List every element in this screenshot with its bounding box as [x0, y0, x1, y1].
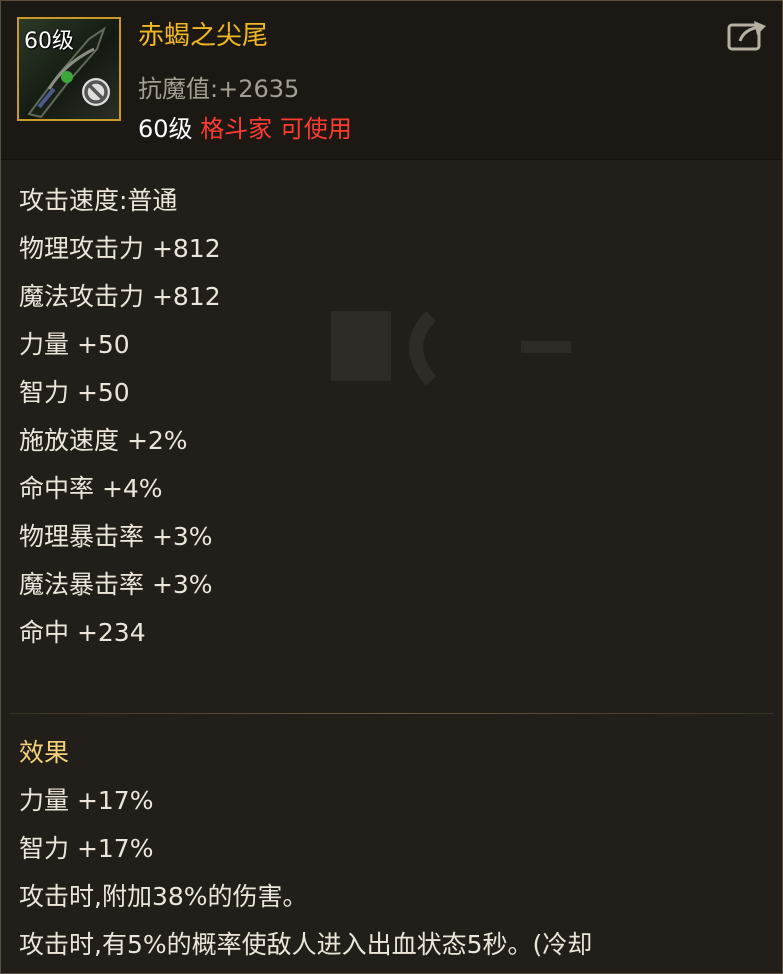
- stat-strength: 力量 +50: [19, 330, 130, 359]
- anti-magic-label: 抗魔值:: [138, 75, 219, 103]
- required-class: 格斗家: [200, 115, 273, 143]
- effect-strength: 力量 +17%: [19, 786, 154, 815]
- effect-bleed: 攻击时,有5%的概率使敌人进入出血状态5秒。(冷却: [19, 930, 593, 959]
- requirement-line: 60级 格斗家 可使用: [138, 109, 352, 144]
- stat-attack-speed: 攻击速度:普通: [19, 186, 178, 215]
- stats-list: 攻击速度:普通 物理攻击力 +812 魔法攻击力 +812 力量 +50 智力 …: [19, 177, 221, 657]
- stat-magic-attack: 魔法攻击力 +812: [19, 282, 221, 311]
- anti-magic-value: +2635: [218, 75, 300, 103]
- tooltip-header: 60级 赤蝎之尖尾 抗魔值:+2635 60级 格斗家 可使用: [1, 1, 782, 160]
- stat-magic-crit: 魔法暴击率 +3%: [19, 570, 213, 599]
- required-level: 60级: [138, 115, 193, 143]
- section-divider: [9, 713, 774, 714]
- effect-bonus-damage: 攻击时,附加38%的伤害。: [19, 882, 308, 911]
- item-icon: 60级: [17, 17, 121, 121]
- effect-intelligence: 智力 +17%: [19, 834, 154, 863]
- effect-title: 效果: [19, 738, 70, 767]
- stat-cast-speed: 施放速度 +2%: [19, 426, 188, 455]
- usable-status: 可使用: [279, 115, 352, 143]
- forbidden-icon: [82, 78, 110, 106]
- stat-physical-attack: 物理攻击力 +812: [19, 234, 221, 263]
- stat-physical-crit: 物理暴击率 +3%: [19, 522, 213, 551]
- background-watermark: [331, 311, 571, 386]
- anti-magic-line: 抗魔值:+2635: [138, 69, 299, 104]
- stat-hit-rate: 命中率 +4%: [19, 474, 163, 503]
- effect-list: 力量 +17% 智力 +17% 攻击时,附加38%的伤害。 攻击时,有5%的概率…: [19, 777, 592, 969]
- share-icon[interactable]: [726, 17, 770, 53]
- stat-hit: 命中 +234: [19, 618, 146, 647]
- item-level-tag: 60级: [24, 29, 74, 54]
- item-name: 赤蝎之尖尾: [138, 21, 269, 51]
- stat-intelligence: 智力 +50: [19, 378, 130, 407]
- item-tooltip: 60级 赤蝎之尖尾 抗魔值:+2635 60级 格斗家 可使用 攻击速度:普通 …: [0, 0, 783, 974]
